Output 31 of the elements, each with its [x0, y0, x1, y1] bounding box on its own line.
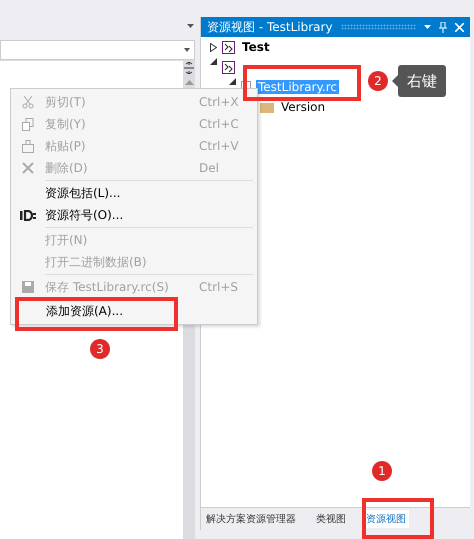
panel-tab[interactable]: 类视图	[313, 510, 349, 528]
project-icon	[222, 60, 235, 74]
panel-title: 资源视图 - TestLibrary	[207, 18, 333, 36]
id-icon	[20, 210, 36, 220]
tree-item[interactable]: Version	[279, 100, 328, 114]
expand-arrow-icon[interactable]	[210, 42, 216, 52]
collapse-arrow-icon[interactable]	[210, 58, 216, 65]
menu-item[interactable]: 添加资源(A)...	[21, 303, 171, 319]
scissors-icon	[22, 96, 34, 108]
panel-tab[interactable]: 解决方案资源管理器	[203, 510, 299, 528]
panel-tab[interactable]: 资源视图	[363, 510, 409, 528]
highlight-frame	[362, 498, 434, 539]
close-icon[interactable]	[455, 22, 464, 32]
pin-icon[interactable]	[439, 22, 447, 32]
delete-icon	[22, 162, 34, 174]
menu-item[interactable]: 资源包括(L)...	[11, 182, 257, 204]
collapse-arrow-icon[interactable]	[228, 78, 236, 85]
clipboard-icon	[22, 140, 34, 152]
pointer-icon	[392, 75, 398, 87]
tree-item[interactable]: Test	[240, 40, 272, 54]
tree-item[interactable]: TestLibrary.rc	[256, 80, 339, 94]
dropdown-arrow-icon[interactable]	[424, 25, 431, 29]
dropdown-arrow-icon	[184, 48, 190, 52]
save-icon	[22, 281, 34, 293]
menu-item[interactable]: 资源符号(O)...	[11, 204, 257, 226]
copy-icon	[22, 118, 34, 130]
split-icon[interactable]	[184, 62, 194, 74]
dropdown-arrow-icon[interactable]	[187, 24, 194, 28]
callout: 右键	[398, 65, 446, 97]
project-icon	[222, 40, 235, 54]
folder-icon	[260, 102, 274, 112]
